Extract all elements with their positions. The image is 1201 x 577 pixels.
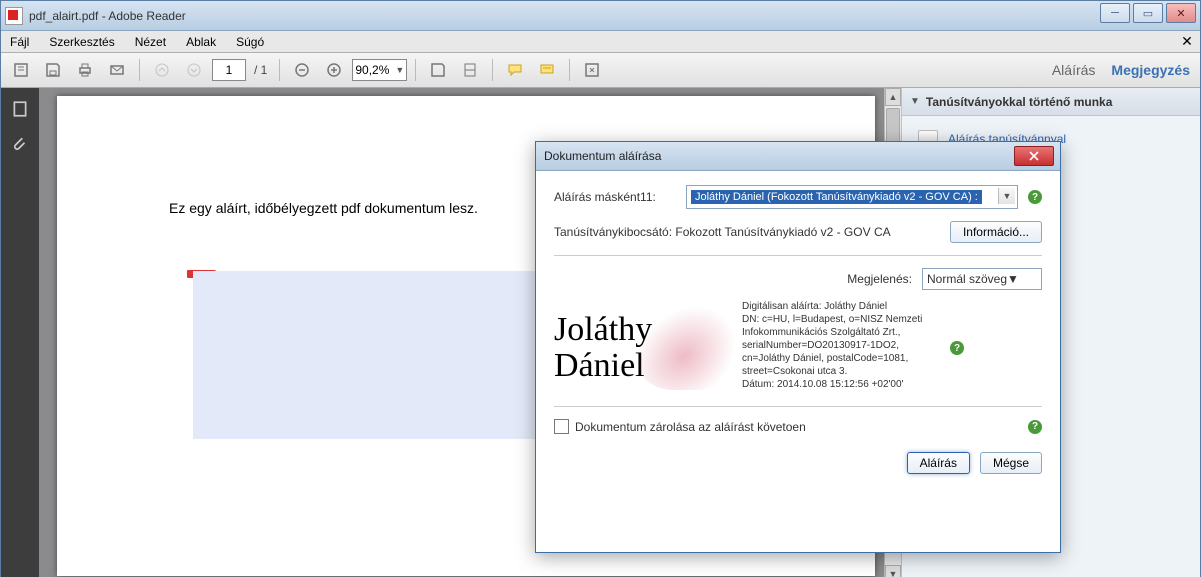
save-copy-icon[interactable] <box>424 56 452 84</box>
export-icon[interactable] <box>7 56 35 84</box>
comment-panel-link[interactable]: Megjegyzés <box>1111 62 1190 78</box>
menubar: Fájl Szerkesztés Nézet Ablak Súgó ✕ <box>1 31 1200 53</box>
attachments-icon[interactable] <box>9 134 31 156</box>
appearance-label: Megjelenés: <box>847 272 912 286</box>
tools-panel-title: Tanúsítványokkal történő munka <box>926 95 1113 109</box>
help-icon[interactable]: ? <box>1028 190 1042 204</box>
separator <box>139 59 140 81</box>
separator <box>279 59 280 81</box>
page-up-icon[interactable] <box>148 56 176 84</box>
toolbar: / 1 90,2% ▼ Aláírás Megjegyzés <box>1 53 1200 88</box>
zoom-in-icon[interactable] <box>320 56 348 84</box>
menu-help[interactable]: Súgó <box>231 33 269 51</box>
menu-edit[interactable]: Szerkesztés <box>44 33 119 51</box>
chevron-down-icon: ▼ <box>998 188 1015 204</box>
issuer-label: Tanúsítványkibocsátó: Fokozott Tanúsítvá… <box>554 225 940 239</box>
appearance-value: Normál szöveg <box>927 272 1007 286</box>
lock-checkbox[interactable] <box>554 419 569 434</box>
sign-as-value: Joláthy Dániel (Fokozott Tanúsítványkiad… <box>691 190 982 204</box>
divider <box>554 406 1042 407</box>
appearance-combo[interactable]: Normál szöveg ▼ <box>922 268 1042 290</box>
sign-as-label: Aláírás másként11: <box>554 190 676 204</box>
sign-as-combo[interactable]: Joláthy Dániel (Fokozott Tanúsítványkiad… <box>686 185 1018 209</box>
scroll-mode-icon[interactable] <box>456 56 484 84</box>
maximize-button[interactable]: ▭ <box>1133 3 1163 23</box>
separator <box>492 59 493 81</box>
document-text: Ez egy aláírt, időbélyegzett pdf dokumen… <box>169 200 478 216</box>
separator <box>569 59 570 81</box>
read-mode-icon[interactable] <box>578 56 606 84</box>
signature-detail-text: Digitálisan aláírta: Joláthy Dániel DN: … <box>742 300 942 391</box>
thumbnails-icon[interactable] <box>9 98 31 120</box>
close-button[interactable]: ✕ <box>1166 3 1196 23</box>
chevron-down-icon: ▼ <box>395 65 404 75</box>
help-icon[interactable]: ? <box>1028 420 1042 434</box>
help-icon[interactable]: ? <box>950 341 964 355</box>
comment-bubble-icon[interactable] <box>501 56 529 84</box>
print-icon[interactable] <box>71 56 99 84</box>
highlight-icon[interactable] <box>533 56 561 84</box>
doc-close-icon[interactable]: ✕ <box>1180 34 1194 48</box>
dialog-titlebar: Dokumentum aláírása <box>536 142 1060 171</box>
minimize-button[interactable]: ─ <box>1100 3 1130 23</box>
app-icon <box>5 7 23 25</box>
dialog-title: Dokumentum aláírása <box>544 149 661 163</box>
signature-name-graphic: Joláthy Dániel <box>554 300 734 396</box>
window-title: pdf_alairt.pdf - Adobe Reader <box>29 9 186 23</box>
separator <box>415 59 416 81</box>
main-window: pdf_alairt.pdf - Adobe Reader ─ ▭ ✕ Fájl… <box>0 0 1201 577</box>
titlebar: pdf_alairt.pdf - Adobe Reader ─ ▭ ✕ <box>1 1 1200 31</box>
menu-file[interactable]: Fájl <box>5 33 34 51</box>
dialog-close-button[interactable] <box>1014 146 1054 166</box>
zoom-select[interactable]: 90,2% ▼ <box>352 59 407 81</box>
page-number-input[interactable] <box>212 59 246 81</box>
page-total: / 1 <box>254 63 267 77</box>
sign-panel-link[interactable]: Aláírás <box>1052 62 1096 78</box>
save-icon[interactable] <box>39 56 67 84</box>
left-nav-strip <box>1 88 39 577</box>
sign-dialog: Dokumentum aláírása Aláírás másként11: J… <box>535 141 1061 553</box>
lock-label: Dokumentum zárolása az aláírást követoen <box>575 420 806 434</box>
signature-name-text: Joláthy Dániel <box>554 312 652 384</box>
menu-view[interactable]: Nézet <box>130 33 171 51</box>
signature-field[interactable] <box>193 271 551 439</box>
page-down-icon[interactable] <box>180 56 208 84</box>
dialog-body: Aláírás másként11: Joláthy Dániel (Fokoz… <box>536 171 1060 500</box>
zoom-value: 90,2% <box>355 63 389 77</box>
scroll-up-icon[interactable]: ▲ <box>885 88 901 106</box>
tools-panel-header[interactable]: ▼ Tanúsítványokkal történő munka <box>902 88 1200 116</box>
zoom-out-icon[interactable] <box>288 56 316 84</box>
menu-window[interactable]: Ablak <box>181 33 221 51</box>
signature-preview: Joláthy Dániel Digitálisan aláírta: Jolá… <box>554 300 1042 396</box>
info-button[interactable]: Információ... <box>950 221 1042 243</box>
cancel-button[interactable]: Mégse <box>980 452 1042 474</box>
chevron-down-icon: ▼ <box>910 96 920 107</box>
divider <box>554 255 1042 256</box>
scroll-down-icon[interactable]: ▼ <box>885 565 901 577</box>
chevron-down-icon: ▼ <box>1007 272 1019 286</box>
sign-button[interactable]: Aláírás <box>907 452 970 474</box>
mail-icon[interactable] <box>103 56 131 84</box>
